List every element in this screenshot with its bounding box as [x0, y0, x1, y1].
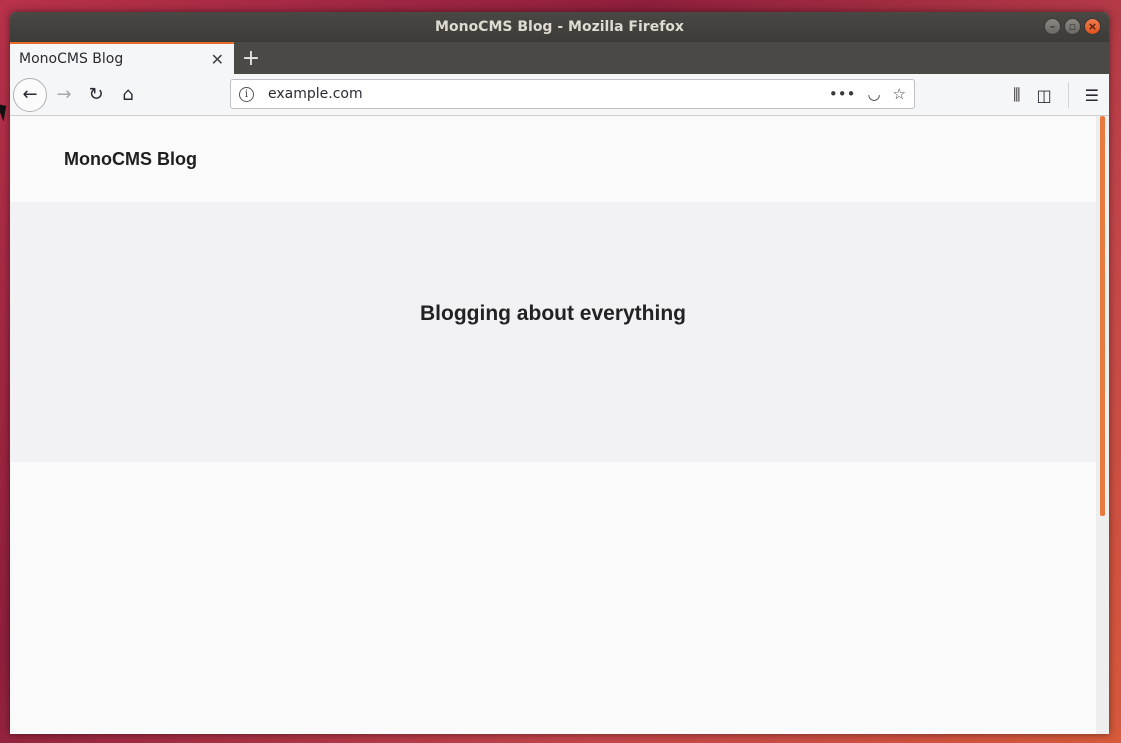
- library-icon[interactable]: ⫼: [1013, 85, 1020, 105]
- scrollbar-thumb[interactable]: [1100, 116, 1105, 516]
- page-content: MonoCMS Blog Blogging about everything: [10, 116, 1096, 734]
- window-controls: – ▫ ×: [1044, 18, 1101, 35]
- back-button[interactable]: ←: [13, 77, 47, 112]
- home-button[interactable]: ⌂: [113, 80, 143, 110]
- reload-button[interactable]: ↻: [81, 80, 111, 110]
- site-title-link[interactable]: MonoCMS Blog: [64, 149, 197, 170]
- window-title: MonoCMS Blog - Mozilla Firefox: [435, 19, 684, 35]
- minimize-button[interactable]: –: [1044, 18, 1061, 35]
- tab-monocms-blog[interactable]: MonoCMS Blog ✕: [10, 42, 234, 74]
- home-icon: ⌂: [122, 84, 134, 105]
- url-text[interactable]: example.com: [268, 86, 817, 102]
- address-bar[interactable]: i example.com ••• ◡ ☆: [230, 79, 915, 109]
- close-window-button[interactable]: ×: [1084, 18, 1101, 35]
- new-tab-button[interactable]: +: [234, 42, 268, 74]
- arrow-left-icon: ←: [22, 84, 38, 105]
- tab-label: MonoCMS Blog: [19, 51, 124, 67]
- maximize-button[interactable]: ▫: [1064, 18, 1081, 35]
- toolbar-divider: [1067, 82, 1069, 108]
- sidebar-icon[interactable]: ◫: [1037, 86, 1052, 105]
- toolbar-right: ⫼ ◫ ☰: [1013, 74, 1099, 116]
- arrow-right-icon: →: [56, 84, 72, 105]
- scrollbar[interactable]: [1096, 116, 1109, 734]
- navigation-toolbar: ← → ↻ ⌂ i example.com ••• ◡ ☆ ⫼ ◫ ☰: [10, 74, 1109, 116]
- browser-window: MonoCMS Blog - Mozilla Firefox – ▫ × Mon…: [10, 12, 1109, 734]
- hero-section: Blogging about everything: [10, 202, 1096, 462]
- window-titlebar: MonoCMS Blog - Mozilla Firefox – ▫ ×: [10, 12, 1109, 42]
- pocket-icon[interactable]: ◡: [867, 85, 880, 103]
- page-actions-icon[interactable]: •••: [829, 85, 856, 103]
- reload-icon: ↻: [88, 84, 104, 105]
- forward-button[interactable]: →: [49, 80, 79, 110]
- info-icon[interactable]: i: [239, 86, 254, 102]
- bookmark-star-icon[interactable]: ☆: [893, 85, 906, 103]
- site-header: MonoCMS Blog: [10, 116, 1096, 202]
- close-tab-icon[interactable]: ✕: [211, 50, 224, 69]
- tab-bar: MonoCMS Blog ✕ +: [10, 42, 1109, 74]
- plus-icon: +: [241, 45, 261, 71]
- hero-heading: Blogging about everything: [420, 302, 686, 325]
- menu-icon[interactable]: ☰: [1085, 86, 1099, 105]
